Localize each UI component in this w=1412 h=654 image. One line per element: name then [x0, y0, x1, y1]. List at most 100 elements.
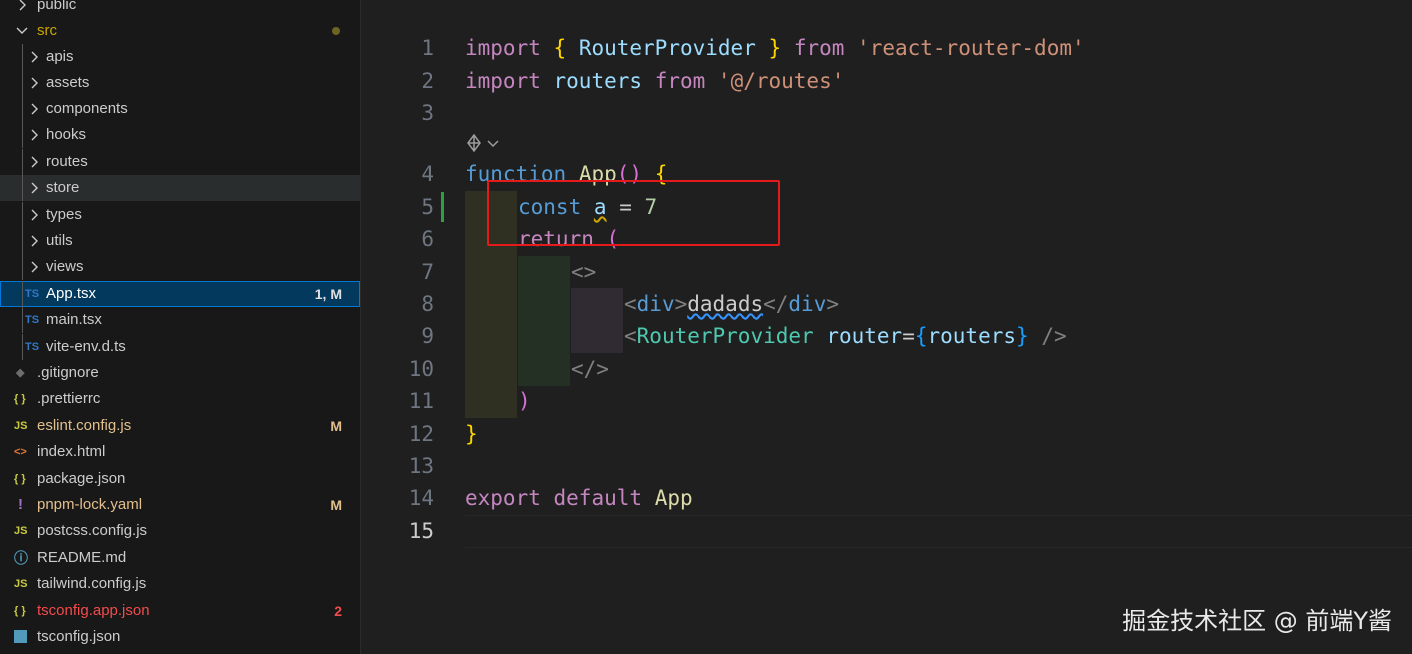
line-number-active: 15 — [408, 519, 434, 543]
chevron-right-icon — [30, 70, 42, 96]
explorer-file-pnpm-lock[interactable]: ! pnpm-lock.yaml M — [0, 492, 360, 518]
explorer-file-tailwind-config[interactable]: JS tailwind.config.js — [0, 571, 360, 597]
explorer-folder-public[interactable]: public — [0, 0, 360, 18]
chevron-right-icon — [30, 202, 42, 228]
explorer-item-label: store — [46, 179, 80, 196]
explorer-file-eslint-config[interactable]: JS eslint.config.js M — [0, 413, 360, 439]
code-token: } — [1016, 324, 1029, 348]
explorer-item-label: src — [37, 22, 57, 39]
indent-guide-level-2 — [518, 256, 570, 386]
explorer-item-label: App.tsx — [46, 285, 97, 302]
code-token: <> — [571, 260, 597, 284]
explorer-file-gitignore[interactable]: ◆ .gitignore — [0, 360, 360, 386]
explorer-item-label: types — [46, 206, 82, 223]
code-token: { — [553, 36, 567, 60]
watermark: 掘金技术社区 @ 前端Y酱 — [1122, 607, 1392, 635]
indent-guide — [22, 44, 23, 70]
code-line-14[interactable]: export default App — [465, 482, 693, 514]
code-token: < — [624, 292, 637, 316]
explorer-item-label: utils — [46, 232, 73, 249]
explorer-item-label: .prettierrc — [37, 390, 101, 407]
line-number: 5 — [421, 195, 434, 219]
explorer-item-label: tsconfig.app.json — [37, 602, 150, 619]
chevron-right-icon — [30, 228, 42, 254]
code-line-12[interactable]: } — [465, 418, 478, 450]
explorer-item-label: eslint.config.js — [37, 417, 132, 434]
explorer-item-label: tailwind.config.js — [37, 575, 147, 592]
code-editor[interactable]: 1 2 3 4 5 6 7 8 9 10 11 12 13 14 15 impo… — [361, 0, 1412, 654]
explorer-item-label: components — [46, 100, 128, 117]
explorer-folder-components[interactable]: components — [0, 96, 360, 122]
explorer-file-vite-env[interactable]: TS vite-env.d.ts — [0, 334, 360, 360]
explorer-file-app-tsx[interactable]: TS App.tsx 1, M — [0, 281, 360, 307]
explorer-file-postcss-config[interactable]: JS postcss.config.js — [0, 518, 360, 544]
code-line-11[interactable]: ) — [518, 385, 531, 417]
code-token: import — [465, 36, 541, 60]
file-status-badge: M — [330, 497, 342, 513]
highlight-annotation-box — [487, 180, 780, 246]
code-line-10[interactable]: </> — [571, 353, 609, 385]
explorer-folder-utils[interactable]: utils — [0, 228, 360, 254]
code-token: > — [674, 292, 688, 316]
explorer-file-prettierrc[interactable]: { } .prettierrc — [0, 386, 360, 412]
line-number: 8 — [421, 292, 434, 316]
typescript-file-icon: TS — [25, 314, 40, 326]
git-file-icon: ◆ — [16, 367, 25, 379]
yaml-file-icon: ! — [18, 496, 23, 513]
file-status-badge: M — [330, 418, 342, 434]
explorer-folder-views[interactable]: views — [0, 254, 360, 280]
explorer-file-package-json[interactable]: { } package.json — [0, 466, 360, 492]
code-line-9[interactable]: <RouterProvider router={routers} /> — [624, 320, 1067, 352]
code-token: from — [654, 69, 706, 93]
indent-guide — [22, 202, 23, 228]
line-number: 11 — [408, 389, 434, 413]
indent-guide — [22, 334, 23, 360]
explorer-folder-assets[interactable]: assets — [0, 70, 360, 96]
code-token: ) — [518, 389, 531, 413]
explorer-folder-types[interactable]: types — [0, 202, 360, 228]
explorer-file-tsconfig[interactable]: TS tsconfig.json — [0, 624, 360, 650]
explorer-folder-apis[interactable]: apis — [0, 44, 360, 70]
code-line-2[interactable]: import routers from '@/routes' — [465, 65, 844, 97]
explorer-file-main-tsx[interactable]: TS main.tsx — [0, 307, 360, 333]
info-file-icon: ⓘ — [14, 550, 28, 566]
modified-gutter-indicator — [441, 192, 444, 222]
json-file-icon: { } — [14, 605, 26, 617]
code-line-1[interactable]: import { RouterProvider } from 'react-ro… — [465, 32, 1085, 64]
line-number: 14 — [408, 486, 434, 510]
indent-guide — [22, 254, 23, 280]
explorer-folder-src[interactable]: src — [0, 18, 360, 44]
indent-guide — [22, 149, 23, 175]
chevron-right-icon — [30, 254, 42, 280]
javascript-file-icon: JS — [14, 578, 28, 590]
explorer-sidebar: public src apis assets components hooks … — [0, 0, 361, 654]
html-file-icon: <> — [14, 446, 27, 458]
code-line-8[interactable]: <div>dadads</div> — [624, 288, 839, 320]
explorer-folder-routes[interactable]: routes — [0, 149, 360, 175]
javascript-file-icon: JS — [14, 420, 28, 432]
explorer-folder-store[interactable]: store — [0, 175, 360, 201]
indent-guide — [22, 307, 23, 333]
tsconfig-file-icon: TS — [14, 630, 27, 643]
code-token: from — [793, 36, 845, 60]
copilot-icon[interactable] — [465, 132, 505, 154]
current-line-highlight — [465, 515, 1412, 548]
explorer-item-label: main.tsx — [46, 311, 102, 328]
code-token: router — [826, 324, 903, 348]
chevron-right-icon — [18, 0, 30, 18]
explorer-folder-hooks[interactable]: hooks — [0, 122, 360, 148]
typescript-file-icon: TS — [25, 288, 40, 300]
code-token: = — [902, 324, 915, 348]
explorer-file-index-html[interactable]: <> index.html — [0, 439, 360, 465]
indent-guide — [22, 96, 23, 122]
explorer-item-label: package.json — [37, 470, 126, 487]
line-number: 10 — [408, 357, 434, 381]
code-token: import — [465, 69, 541, 93]
explorer-file-tsconfig-app[interactable]: { } tsconfig.app.json 2 — [0, 598, 360, 624]
code-token: } — [768, 36, 782, 60]
indent-guide — [22, 281, 23, 307]
chevron-right-icon — [30, 122, 42, 148]
explorer-file-readme[interactable]: ⓘ README.md — [0, 545, 360, 571]
explorer-item-label: tsconfig.json — [37, 628, 121, 645]
code-line-7[interactable]: <> — [571, 256, 596, 288]
